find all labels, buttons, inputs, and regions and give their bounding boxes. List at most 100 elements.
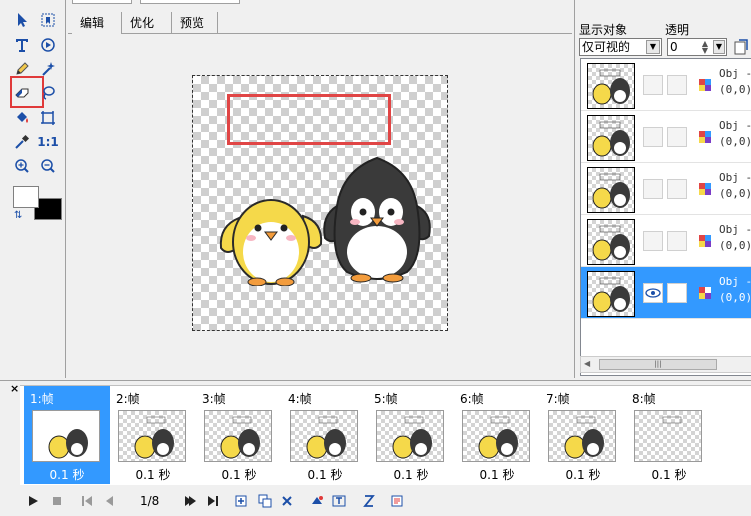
rotate-tool[interactable] [38, 35, 58, 55]
actual-size-tool[interactable]: 1:1 [37, 132, 59, 152]
layer-row[interactable]: Obj - (0,0) [581, 215, 751, 267]
frame-cell[interactable]: 8:帧 0.1 秒 [626, 386, 712, 484]
layer-row[interactable]: Obj - (0,0) [581, 111, 751, 163]
chevron-down-icon[interactable]: ▼ [646, 40, 660, 54]
tween-button[interactable] [308, 492, 326, 510]
zoom-in-tool[interactable] [12, 156, 32, 176]
penguin-frame-icon [478, 416, 518, 459]
layer-palette-icon [699, 79, 711, 91]
layer-thumbnail [587, 63, 635, 109]
layer-list-scrollbar[interactable]: ◀ ||| [580, 356, 751, 373]
previous-frame-button[interactable] [100, 492, 118, 510]
frame-delay[interactable]: 0.1 秒 [24, 466, 110, 483]
opacity-input[interactable]: 0 ▲ ▼ ▼ [667, 38, 727, 56]
chevron-down-icon[interactable]: ▼ [713, 40, 725, 54]
fill-bucket-tool[interactable] [12, 108, 32, 128]
tab-edit[interactable]: 编辑 [72, 12, 122, 34]
last-frame-icon [208, 496, 218, 506]
text-tool[interactable] [12, 35, 32, 55]
eyedropper-tool[interactable] [12, 132, 32, 152]
resize-tool[interactable] [38, 108, 58, 128]
frame-cell[interactable]: 5:帧 0.1 秒 [368, 386, 454, 484]
frame-cell[interactable]: 6:帧 0.1 秒 [454, 386, 540, 484]
transition-icon [363, 495, 375, 507]
layer-lock-toggle[interactable] [667, 75, 687, 95]
layer-row-selected[interactable]: Obj - (0,0) [581, 267, 751, 319]
select-arrow-tool[interactable] [12, 10, 32, 30]
empty-frame-icon [662, 416, 682, 424]
frame-thumbnail [290, 410, 358, 462]
frame-delay[interactable]: 0.1 秒 [196, 466, 282, 483]
next-frame-button[interactable] [180, 492, 198, 510]
stop-button[interactable] [48, 492, 66, 510]
previous-frame-icon [106, 496, 113, 506]
frame-thumbnail [548, 410, 616, 462]
layer-visibility-toggle[interactable] [643, 231, 663, 251]
top-strip-segment [72, 0, 132, 4]
transition-button[interactable] [360, 492, 378, 510]
tab-optimize[interactable]: 优化 [122, 12, 172, 34]
frame-thumbnail [204, 410, 272, 462]
top-strip-segment [140, 0, 240, 4]
text-effect-button[interactable] [330, 492, 348, 510]
penguin-frame-icon [220, 416, 260, 459]
lasso-tool[interactable] [38, 83, 58, 103]
layer-visibility-toggle[interactable] [643, 179, 663, 199]
close-icon[interactable]: × [10, 382, 19, 395]
layer-palette-icon [699, 131, 711, 143]
frame-cell[interactable]: 3:帧 0.1 秒 [196, 386, 282, 484]
zoom-out-tool[interactable] [38, 156, 58, 176]
layer-lock-toggle[interactable] [667, 127, 687, 147]
layer-visibility-toggle[interactable] [643, 283, 663, 303]
scroll-left-icon[interactable]: ◀ [584, 359, 590, 368]
spinner-icon[interactable]: ▲ ▼ [698, 40, 712, 55]
foreground-color[interactable] [13, 186, 39, 208]
frame-properties-icon [391, 495, 403, 507]
frame-delay[interactable]: 0.1 秒 [110, 466, 196, 483]
layer-options-icon[interactable] [733, 38, 749, 56]
penguin-thumb-icon [592, 225, 630, 261]
frame-thumbnail [462, 410, 530, 462]
frame-cell[interactable]: 4:帧 0.1 秒 [282, 386, 368, 484]
layer-row[interactable]: Obj - (0,0) [581, 59, 751, 111]
frame-properties-button[interactable] [388, 492, 406, 510]
layer-position: (0,0) [719, 83, 751, 96]
layer-palette-icon [699, 287, 711, 299]
frame-cell[interactable]: 7:帧 0.1 秒 [540, 386, 626, 484]
playback-bar: 1/8 [20, 488, 751, 514]
layer-row[interactable]: Obj - (0,0) [581, 163, 751, 215]
frame-delay[interactable]: 0.1 秒 [454, 466, 540, 483]
duplicate-frame-button[interactable] [256, 492, 274, 510]
layer-position: (0,0) [719, 187, 751, 200]
layer-lock-toggle[interactable] [667, 179, 687, 199]
show-objects-value: 仅可视的 [582, 40, 631, 54]
zoom-in-icon [15, 159, 29, 173]
layer-lock-toggle[interactable] [667, 283, 687, 303]
frame-label: 5:帧 [374, 392, 398, 406]
swap-colors-icon[interactable]: ⇅ [14, 210, 22, 221]
layer-visibility-toggle[interactable] [643, 127, 663, 147]
layer-visibility-toggle[interactable] [643, 75, 663, 95]
add-frame-button[interactable] [232, 492, 250, 510]
delete-frame-button[interactable] [278, 492, 296, 510]
layer-lock-toggle[interactable] [667, 231, 687, 251]
penguin-frame-icon [48, 429, 88, 459]
play-button[interactable] [24, 492, 42, 510]
rotate-icon [41, 38, 55, 52]
eraser-tool[interactable] [12, 83, 32, 103]
first-frame-button[interactable] [78, 492, 96, 510]
crop-select-tool[interactable] [38, 10, 58, 30]
image-canvas[interactable] [192, 75, 448, 331]
tab-preview[interactable]: 预览 [172, 12, 218, 34]
frame-cell-selected[interactable]: 1:帧 0.1 秒 [24, 386, 110, 484]
eye-icon [645, 288, 661, 298]
frame-delay[interactable]: 0.1 秒 [540, 466, 626, 483]
last-frame-button[interactable] [204, 492, 222, 510]
frame-delay[interactable]: 0.1 秒 [626, 466, 712, 483]
frame-cell[interactable]: 2:帧 0.1 秒 [110, 386, 196, 484]
frame-delay[interactable]: 0.1 秒 [368, 466, 454, 483]
scrollbar-thumb[interactable]: ||| [599, 359, 717, 370]
frame-delay[interactable]: 0.1 秒 [282, 466, 368, 483]
frame-thumbnail [118, 410, 186, 462]
show-objects-select[interactable]: 仅可视的 ▼ [579, 38, 662, 56]
